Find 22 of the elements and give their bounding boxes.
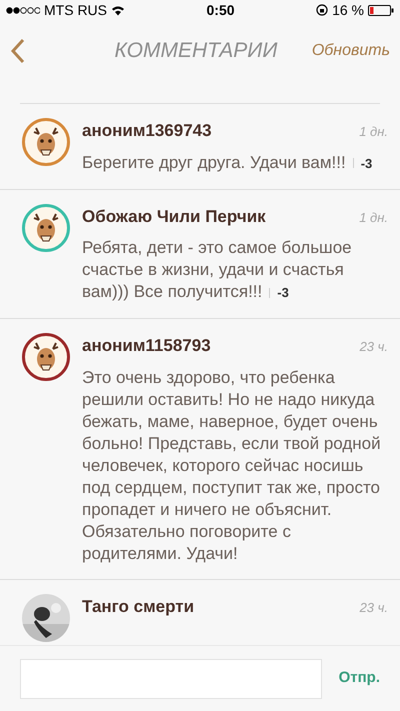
carrier-name: MTS RUS <box>44 0 107 20</box>
screen-title: КОММЕНТАРИИ <box>114 38 278 64</box>
rotation-lock-icon <box>316 4 328 16</box>
comment-text: Это очень здорово, что ребенка решили оставить! Но не надо никуда бежать, маме, наверное, будет очень больно! Представь, если твой родной человечек, которого сейчас носишь под сердцем, поступит так же, просто пропадет и ничего не объяснит. Обязательно поговорите с родителями. Удачи! <box>82 366 382 564</box>
chevron-left-icon <box>10 38 26 64</box>
comment-time: 23 ч. <box>360 598 388 616</box>
battery-percent: 16 % <box>332 0 364 20</box>
comment-time: 1 дн. <box>359 123 388 141</box>
comment-time: 1 дн. <box>359 208 388 226</box>
comment-time: 23 ч. <box>360 338 388 356</box>
battery-icon <box>368 4 394 16</box>
signal-icon <box>6 6 40 14</box>
comment-input[interactable] <box>20 658 322 698</box>
clock-time: 0:50 <box>206 0 235 20</box>
comment-text: Берегите друг друга. Удачи вам!!! -3 <box>82 152 374 174</box>
author-name[interactable]: Обожаю Чили Перчик <box>82 204 266 229</box>
author-name[interactable]: аноним1369743 <box>82 118 212 144</box>
author-name[interactable]: Танго смерти <box>82 594 194 619</box>
author-name[interactable]: аноним1158793 <box>82 333 211 358</box>
wifi-icon <box>111 4 125 16</box>
refresh-button[interactable]: Обновить <box>312 39 390 63</box>
comment-text: Ребята, дети - это самое большое счастье в жизни, удачи и счастья вам))) Все получится!!! -3 <box>82 237 353 303</box>
